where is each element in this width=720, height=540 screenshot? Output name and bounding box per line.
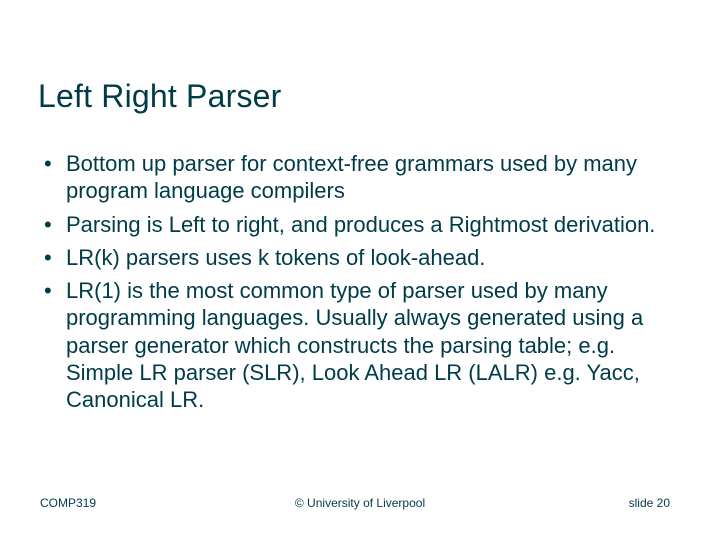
slide-body: Bottom up parser for context-free gramma… (38, 150, 682, 419)
footer-copyright: © University of Liverpool (295, 496, 425, 510)
slide: Left Right Parser Bottom up parser for c… (0, 0, 720, 540)
slide-title: Left Right Parser (38, 78, 282, 115)
list-item: Bottom up parser for context-free gramma… (38, 150, 682, 205)
bullet-list: Bottom up parser for context-free gramma… (38, 150, 682, 413)
footer-course-code: COMP319 (40, 496, 96, 510)
list-item: Parsing is Left to right, and produces a… (38, 211, 682, 238)
list-item: LR(k) parsers uses k tokens of look-ahea… (38, 244, 682, 271)
list-item: LR(1) is the most common type of parser … (38, 277, 682, 413)
footer-slide-number: slide 20 (629, 496, 670, 510)
